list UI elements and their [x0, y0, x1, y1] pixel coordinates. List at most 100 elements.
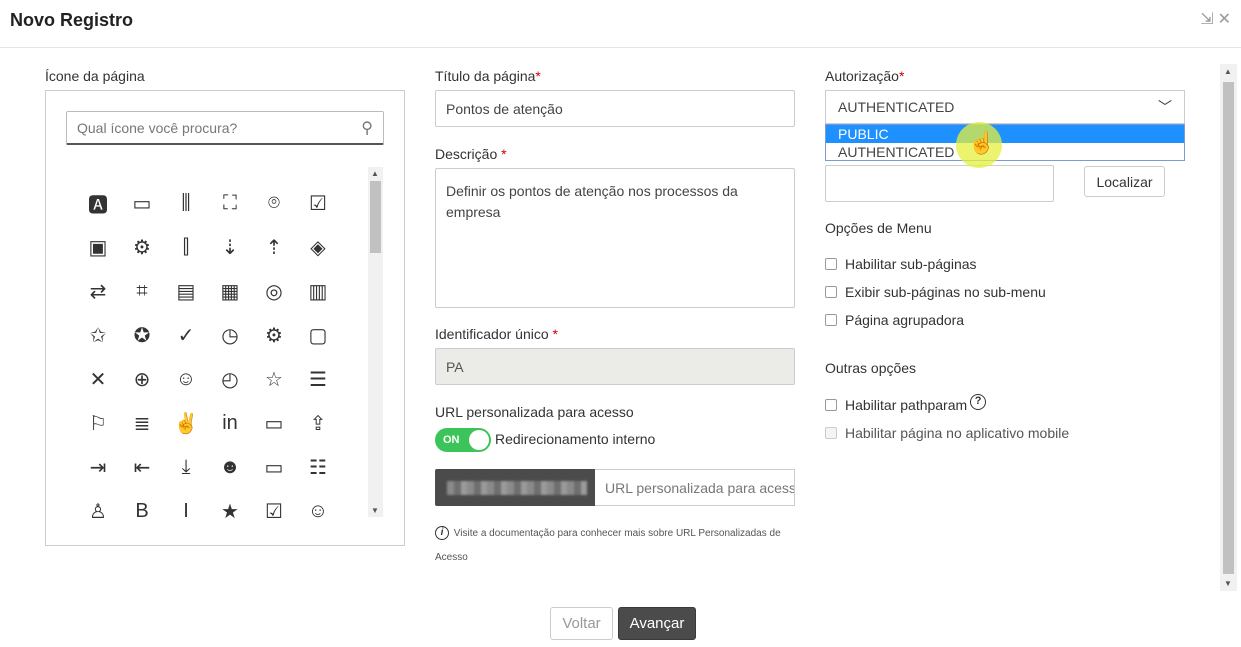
- ab-speech-icon[interactable]: 🅰: [76, 181, 120, 225]
- ams-box-icon[interactable]: ▥: [296, 269, 340, 313]
- ab-text-icon[interactable]: ▭: [120, 181, 164, 225]
- authorization-label: Autorização*: [825, 68, 904, 84]
- mobile-label: Habilitar página no aplicativo mobile: [845, 425, 1070, 441]
- description-label: Descrição *: [435, 146, 507, 162]
- scroll-up-icon[interactable]: ▲: [1224, 67, 1232, 76]
- thumbs-up-icon[interactable]: ✌: [164, 401, 208, 445]
- authorization-select[interactable]: AUTHENTICATED ﹀: [825, 90, 1185, 124]
- chart-down-icon[interactable]: ⇣: [208, 225, 252, 269]
- back-button[interactable]: Voltar: [550, 607, 613, 640]
- scroll-up-icon[interactable]: ▲: [371, 169, 379, 178]
- upload-box-icon[interactable]: ⇪: [296, 401, 340, 445]
- icon-search-placeholder: Qual ícone você procura?: [77, 119, 238, 136]
- graduate-icon[interactable]: ♙: [76, 489, 120, 533]
- checkbox-icon[interactable]: ☑: [252, 489, 296, 533]
- authorization-label-text: Autorização: [825, 68, 899, 84]
- document-clock-icon[interactable]: ◷: [208, 313, 252, 357]
- description-textarea[interactable]: Definir os pontos de atenção nos process…: [435, 168, 795, 308]
- document-gear-icon[interactable]: ⚙: [120, 225, 164, 269]
- user-star-icon[interactable]: ☆: [252, 357, 296, 401]
- scroll-down-icon[interactable]: ▼: [1224, 579, 1232, 588]
- clipboard-check-icon[interactable]: ☑: [296, 181, 340, 225]
- document-x-icon[interactable]: ✕: [76, 357, 120, 401]
- title-input[interactable]: Pontos de atenção: [435, 90, 795, 127]
- toggle-label: Redirecionamento interno: [495, 431, 656, 447]
- users-icon[interactable]: ☻: [208, 445, 252, 489]
- fullscreen-icon[interactable]: ⛶: [208, 181, 252, 225]
- document-user-icon[interactable]: ☺: [164, 357, 208, 401]
- window-controls: ⇲ ✕: [1200, 12, 1231, 28]
- toggle-knob: [469, 430, 489, 450]
- chevron-down-icon[interactable]: ﹀: [1158, 97, 1172, 117]
- filter-lines-icon[interactable]: ☰: [296, 357, 340, 401]
- graduate-list-icon[interactable]: ☷: [296, 445, 340, 489]
- custom-url-input[interactable]: URL personalizada para acesso: [595, 469, 795, 506]
- bar-chart-icon[interactable]: ⫼: [164, 181, 208, 225]
- grouping-page-label: Página agrupadora: [845, 312, 965, 328]
- italic-icon[interactable]: I: [164, 489, 208, 533]
- calendar-icon[interactable]: ▢: [296, 313, 340, 357]
- camera-icon[interactable]: ⌾: [252, 181, 296, 225]
- presentation-icon[interactable]: ▤: [164, 269, 208, 313]
- speech-star-icon[interactable]: ★: [208, 489, 252, 533]
- authorization-dropdown: PUBLIC AUTHENTICATED: [825, 124, 1185, 161]
- enable-subpages-option[interactable]: Habilitar sub-páginas: [825, 256, 977, 272]
- pathparam-option[interactable]: Habilitar pathparam ?: [825, 394, 987, 413]
- checkbox[interactable]: [825, 286, 837, 298]
- checkbox[interactable]: [825, 258, 837, 270]
- dialog-header: Novo Registro ⇲ ✕: [0, 0, 1241, 48]
- locate-input[interactable]: [825, 165, 1054, 202]
- icon-scrollbar[interactable]: ▲ ▼: [368, 167, 383, 517]
- option-authenticated[interactable]: AUTHENTICATED: [826, 143, 1184, 161]
- required-mark: *: [535, 68, 541, 84]
- smile-icon[interactable]: ☺: [296, 489, 340, 533]
- required-mark: *: [898, 68, 905, 84]
- main-scrollbar[interactable]: ▲ ▼: [1220, 64, 1237, 591]
- locate-button[interactable]: Localizar: [1084, 166, 1165, 197]
- download-box-icon[interactable]: ⤓: [164, 445, 208, 489]
- monitor-icon[interactable]: ▦: [208, 269, 252, 313]
- minimize-icon[interactable]: ⇲: [1200, 12, 1213, 28]
- fingerprint-icon[interactable]: ◎: [252, 269, 296, 313]
- close-icon[interactable]: ✕: [1218, 12, 1231, 28]
- show-submenu-option[interactable]: Exibir sub-páginas no sub-menu: [825, 284, 1046, 300]
- flag-icon[interactable]: ⚐: [76, 401, 120, 445]
- crop-icon[interactable]: ⌗: [120, 269, 164, 313]
- document-check-icon[interactable]: ✓: [164, 313, 208, 357]
- linkedin-icon[interactable]: in: [208, 401, 252, 445]
- text-box-icon[interactable]: ≣: [120, 401, 164, 445]
- blurred-domain: [447, 480, 587, 495]
- menu-options-title: Opções de Menu: [825, 220, 932, 236]
- icon-search-input[interactable]: Qual ícone você procura? ⚲: [66, 111, 384, 145]
- document-settings-icon[interactable]: ⚙: [252, 313, 296, 357]
- redirect-toggle[interactable]: ON: [435, 428, 491, 452]
- help-icon[interactable]: ?: [970, 394, 987, 410]
- bold-icon[interactable]: B: [120, 489, 164, 533]
- icon-picker: Qual ícone você procura? ⚲ 🅰 ▭ ⫼ ⛶ ⌾ ☑ ▣ ⚙ ⫿ ⇣ ⇡ ◈ ⇄…: [45, 90, 405, 546]
- next-button[interactable]: Avançar: [618, 607, 696, 640]
- id-card-icon[interactable]: ▭: [252, 445, 296, 489]
- option-public[interactable]: PUBLIC: [826, 125, 1184, 143]
- scroll-down-icon[interactable]: ▼: [371, 506, 379, 515]
- title-label-text: Título da página: [435, 68, 536, 84]
- icon-scrollbar-thumb[interactable]: [370, 181, 381, 253]
- checkbox[interactable]: [825, 314, 837, 326]
- folder-user-icon[interactable]: ▭: [252, 401, 296, 445]
- clock-box-icon[interactable]: ◴: [208, 357, 252, 401]
- search-icon[interactable]: ⚲: [361, 118, 373, 138]
- document-star-icon[interactable]: ✩: [76, 313, 120, 357]
- document-globe-icon[interactable]: ⊕: [120, 357, 164, 401]
- grouping-page-option[interactable]: Página agrupadora: [825, 312, 964, 328]
- arrows-swap-icon[interactable]: ⇄: [76, 269, 120, 313]
- document-award-icon[interactable]: ✪: [120, 313, 164, 357]
- main-scrollbar-thumb[interactable]: [1223, 82, 1234, 574]
- arrow-right-bar-icon[interactable]: ⇥: [76, 445, 120, 489]
- ams-chart-icon[interactable]: ⫿: [164, 225, 208, 269]
- authorization-selected-value: AUTHENTICATED: [838, 99, 955, 115]
- checkbox[interactable]: [825, 399, 837, 411]
- document-box-icon[interactable]: ▣: [76, 225, 120, 269]
- chart-up-icon[interactable]: ⇡: [252, 225, 296, 269]
- paint-bucket-icon[interactable]: ◈: [296, 225, 340, 269]
- identifier-input[interactable]: PA: [435, 348, 795, 385]
- arrow-left-bar-icon[interactable]: ⇤: [120, 445, 164, 489]
